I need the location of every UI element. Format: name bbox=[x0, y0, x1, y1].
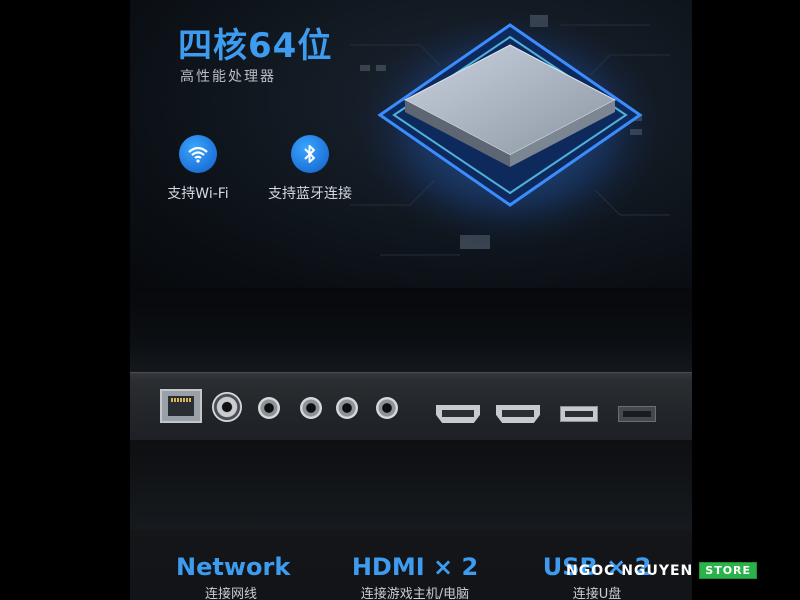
caption-network-title: Network bbox=[176, 553, 291, 581]
right-margin bbox=[692, 0, 800, 600]
product-image: 四核64位 高性能处理器 支持Wi-Fi 支持蓝牙连接 Network 连接网线… bbox=[0, 0, 800, 600]
caption-hdmi: HDMI × 2 连接游戏主机/电脑 bbox=[350, 553, 480, 600]
page-subtitle: 高性能处理器 bbox=[180, 69, 276, 85]
feature-wifi: 支持Wi-Fi bbox=[148, 135, 248, 203]
coax-port bbox=[212, 392, 242, 422]
page-title: 四核64位 bbox=[178, 26, 333, 66]
ports-strip bbox=[130, 372, 692, 440]
rj45-port bbox=[160, 389, 202, 423]
audio-jack-port bbox=[300, 397, 322, 419]
usb-port bbox=[560, 406, 598, 422]
store-watermark: NGOC NGUYEN STORE bbox=[566, 562, 758, 579]
chip-illustration bbox=[350, 15, 670, 256]
feature-bluetooth-label: 支持蓝牙连接 bbox=[268, 186, 352, 202]
caption-usb-sub: 连接U盘 bbox=[572, 587, 622, 600]
audio-jack-port bbox=[376, 397, 398, 419]
watermark-text: NGOC NGUYEN bbox=[566, 562, 694, 579]
panel-gap bbox=[130, 288, 692, 372]
caption-hdmi-sub: 连接游戏主机/电脑 bbox=[360, 587, 470, 600]
audio-jack-port bbox=[336, 397, 358, 419]
ports-shadow bbox=[130, 440, 692, 530]
watermark-badge: STORE bbox=[699, 562, 758, 579]
audio-jack-port bbox=[258, 397, 280, 419]
feature-wifi-label: 支持Wi-Fi bbox=[167, 186, 229, 202]
caption-hdmi-title: HDMI × 2 bbox=[351, 553, 479, 581]
left-margin bbox=[0, 0, 130, 600]
feature-bluetooth: 支持蓝牙连接 bbox=[260, 135, 360, 203]
bluetooth-icon bbox=[291, 135, 329, 173]
processor-panel: 四核64位 高性能处理器 支持Wi-Fi 支持蓝牙连接 bbox=[130, 0, 692, 288]
hdmi-port bbox=[436, 405, 480, 423]
wifi-icon bbox=[179, 135, 217, 173]
usb-port bbox=[618, 406, 656, 422]
hdmi-port bbox=[496, 405, 540, 423]
caption-network-sub: 连接网线 bbox=[204, 587, 257, 600]
caption-network: Network 连接网线 bbox=[176, 553, 291, 600]
